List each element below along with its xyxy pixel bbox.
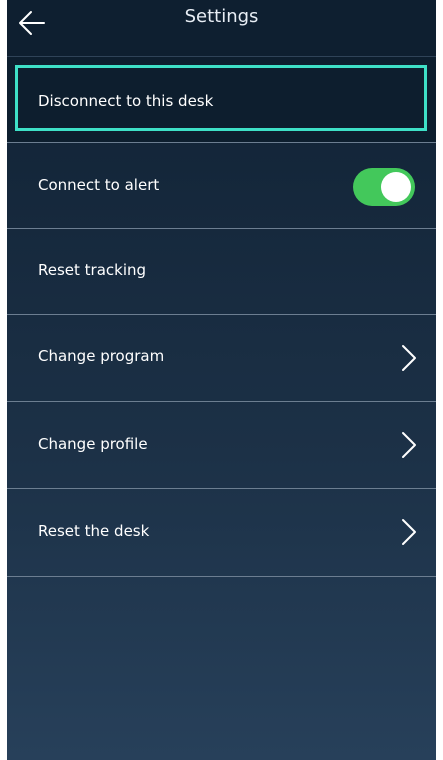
connect-alert-item: Connect to alert — [7, 143, 436, 229]
change-profile-label: Change profile — [38, 435, 148, 453]
change-program-label: Change program — [38, 347, 165, 365]
connect-alert-label: Connect to alert — [38, 176, 160, 194]
disconnect-desk-label: Disconnect to this desk — [38, 92, 214, 110]
disconnect-desk-item[interactable]: Disconnect to this desk — [7, 57, 436, 143]
change-profile-item[interactable]: Change profile — [7, 402, 436, 489]
page-title: Settings — [184, 6, 259, 27]
toggle-knob — [381, 172, 411, 202]
change-program-item[interactable]: Change program — [7, 315, 436, 402]
chevron-right-icon — [402, 519, 416, 545]
reset-desk-item[interactable]: Reset the desk — [7, 489, 436, 577]
reset-desk-label: Reset the desk — [38, 522, 150, 540]
settings-screen: Settings Disconnect to this desk Connect… — [7, 0, 436, 760]
chevron-right-icon — [402, 345, 416, 371]
connect-alert-toggle[interactable] — [353, 168, 415, 206]
reset-tracking-label: Reset tracking — [38, 261, 147, 279]
reset-tracking-item[interactable]: Reset tracking — [7, 229, 436, 315]
header-bar: Settings — [7, 0, 436, 57]
chevron-right-icon — [402, 432, 416, 458]
